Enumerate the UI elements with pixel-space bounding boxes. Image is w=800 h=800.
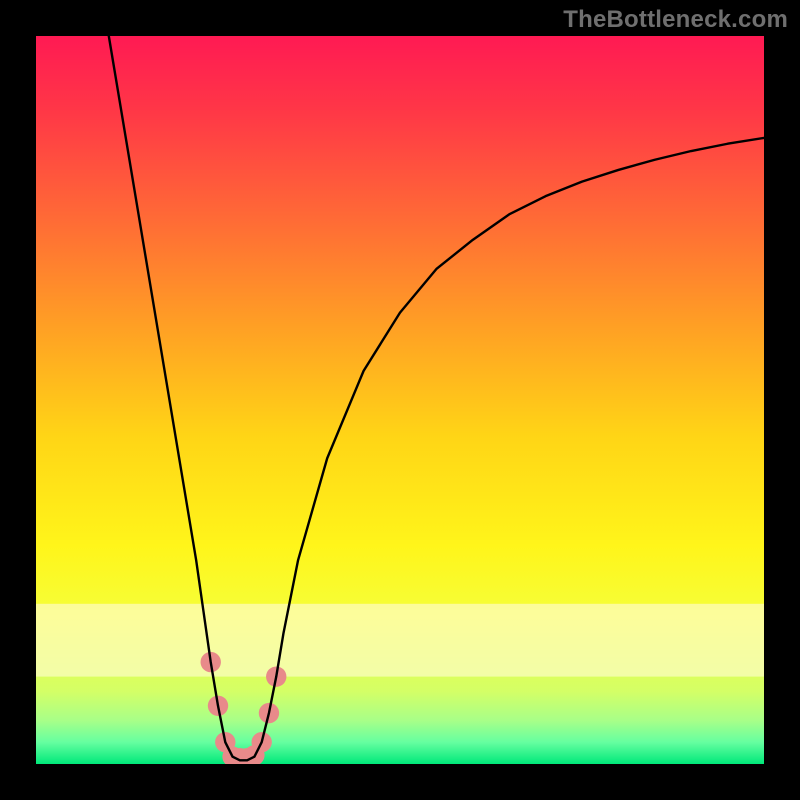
plot-area (36, 36, 764, 764)
chart-frame: TheBottleneck.com (0, 0, 800, 800)
yellow-soft-band (36, 604, 764, 677)
watermark-text: TheBottleneck.com (563, 6, 788, 34)
bottleneck-chart (36, 36, 764, 764)
